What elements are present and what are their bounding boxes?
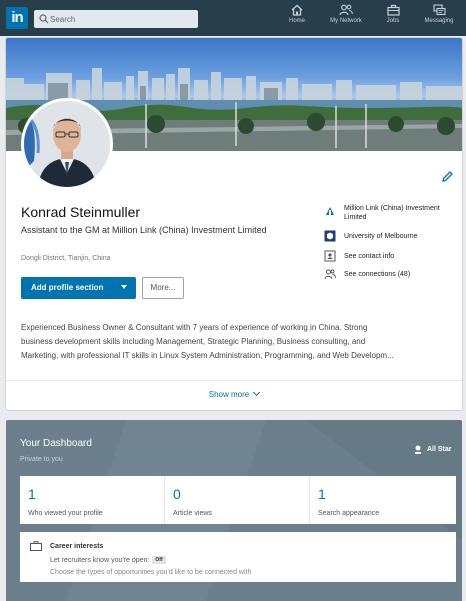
stat-search-appearance[interactable]: 1 Search appearance: [310, 476, 456, 524]
school-icon: [324, 230, 336, 242]
chevron-down-icon: [253, 388, 261, 397]
nav-home[interactable]: Home: [285, 4, 309, 34]
stat-value: 1: [28, 486, 36, 502]
home-icon: [291, 4, 303, 16]
top-nav-bar: in Home My Network Jobs: [0, 0, 466, 36]
connections-icon: [324, 269, 336, 280]
career-interests-title: Career interests: [50, 543, 104, 550]
info-connections-text: See connections (48): [344, 271, 411, 278]
info-current-company-text: Million Link (China) Investment Limited: [344, 205, 440, 221]
stat-value: 1: [318, 486, 326, 502]
nav-jobs-label: Jobs: [386, 18, 400, 24]
dashboard-subtitle: Private to you: [20, 456, 63, 463]
career-interests[interactable]: Career interests Let recruiters know you…: [20, 532, 456, 582]
dashboard-panel: Your Dashboard Private to you All Star 1…: [6, 420, 462, 601]
info-education-text: University of Melbourne: [344, 233, 418, 240]
stat-label: Search appearance: [318, 510, 380, 517]
nav-my-network[interactable]: My Network: [326, 4, 366, 34]
nav-messaging[interactable]: Messaging: [420, 4, 458, 34]
nav-home-label: Home: [288, 18, 305, 24]
jobs-icon: [386, 4, 400, 16]
profile-location: Dongli District, Tianjin, China: [21, 255, 111, 262]
profile-summary: Experienced Business Owner & Consultant …: [21, 321, 457, 363]
career-interests-description: Choose the types of opportunities you'd …: [50, 569, 252, 576]
search-input[interactable]: [50, 10, 194, 28]
all-star-label: All Star: [427, 446, 452, 453]
open-status-badge[interactable]: Off: [152, 556, 166, 564]
divider: [6, 380, 462, 381]
company-icon: [326, 207, 334, 215]
search-icon: [39, 14, 49, 24]
nav-my-network-label: My Network: [330, 18, 362, 24]
dashboard-title: Your Dashboard: [20, 438, 92, 449]
show-more-label: Show more: [208, 390, 250, 399]
dashboard-stats: 1 Who viewed your profile 0 Article view…: [20, 476, 456, 524]
stat-label: Who viewed your profile: [28, 510, 103, 517]
network-icon: [339, 4, 353, 16]
career-interests-status: Let recruiters know you're open: Off: [50, 556, 166, 564]
briefcase-icon: [30, 541, 42, 551]
nav-jobs[interactable]: Jobs: [382, 4, 404, 34]
stat-article-views[interactable]: 0 Article views: [165, 476, 310, 524]
chevron-down-icon: [121, 285, 127, 289]
career-open-text: Let recruiters know you're open:: [50, 557, 150, 564]
summary-line: Marketing, with professional IT skills i…: [21, 351, 394, 360]
nav-messaging-label: Messaging: [424, 18, 454, 24]
add-profile-section-label: Add profile section: [31, 283, 104, 292]
all-star-icon: [415, 445, 421, 454]
profile-name: Konrad Steinmuller: [21, 204, 141, 220]
contact-card-icon: [324, 250, 336, 262]
show-more-link[interactable]: Show more: [6, 388, 462, 399]
info-contact-text: See contact info: [344, 253, 395, 260]
stat-profile-views[interactable]: 1 Who viewed your profile: [20, 476, 165, 524]
search-box[interactable]: [34, 10, 198, 28]
summary-line: Experienced Business Owner & Consultant …: [21, 323, 368, 332]
stat-value: 0: [173, 486, 181, 502]
messaging-icon: [432, 4, 446, 16]
summary-line: business development skills including Ma…: [21, 337, 366, 346]
profile-photo-image: [24, 101, 110, 187]
profile-headline: Assistant to the GM at Million Link (Chi…: [21, 225, 267, 235]
linkedin-logo[interactable]: in: [6, 7, 28, 29]
more-button[interactable]: More...: [142, 277, 184, 299]
profile-avatar[interactable]: [21, 98, 113, 190]
stat-label: Article views: [173, 510, 212, 517]
add-profile-section-button[interactable]: Add profile section: [21, 277, 136, 299]
edit-profile-pencil-icon[interactable]: [440, 170, 454, 184]
profile-card: Konrad Steinmuller Assistant to the GM a…: [6, 38, 462, 410]
